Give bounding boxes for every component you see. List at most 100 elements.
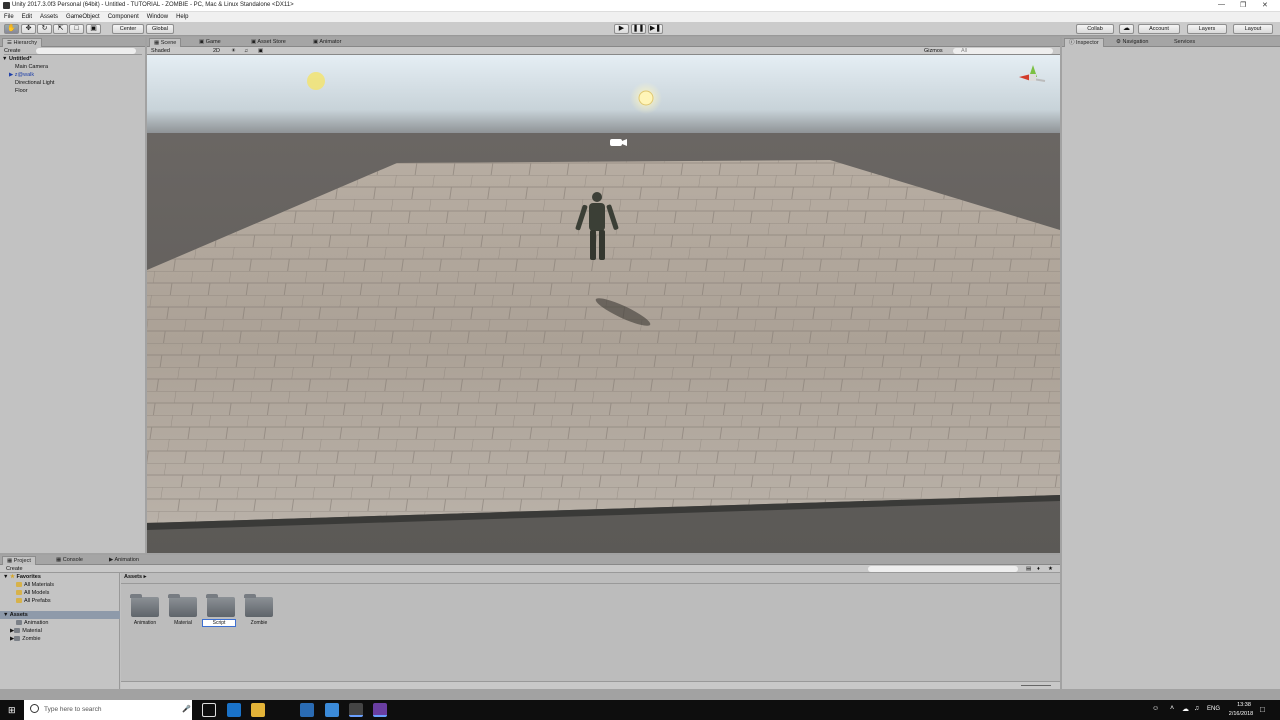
favorite-all-materials[interactable]: All Materials (16, 581, 54, 589)
hierarchy-item-zombie[interactable]: ▶ z@walk (9, 71, 34, 79)
tree-folder-animation-label: Animation (24, 620, 49, 626)
scene-search-input[interactable]: All (953, 48, 1053, 54)
tab-hierarchy[interactable]: ☰ Hierarchy (2, 38, 43, 47)
favorites-item[interactable]: ▼ ★ Favorites (3, 573, 41, 581)
folder-icon[interactable] (130, 594, 159, 617)
tab-game[interactable]: ▣ Game (195, 38, 225, 47)
scale-tool-icon[interactable]: ⇱ (53, 24, 68, 34)
tab-animator[interactable]: ▣ Animator (309, 38, 345, 47)
people-icon[interactable]: ☺ (1152, 705, 1159, 712)
collab-button[interactable]: Collab (1076, 24, 1114, 34)
icon-size-slider[interactable] (1021, 685, 1051, 686)
folder-icon[interactable] (206, 594, 235, 617)
folder-label-animation[interactable]: Animation (128, 620, 162, 626)
store-icon[interactable] (325, 703, 339, 717)
filter-type-icon[interactable]: ▤ (1026, 565, 1031, 573)
account-dropdown[interactable]: Account (1138, 24, 1180, 34)
taskbar-search-box[interactable]: Type here to search 🎤 (24, 700, 192, 720)
menu-gameobject[interactable]: GameObject (66, 14, 100, 20)
windows-start-icon[interactable]: ⊞ (8, 705, 16, 716)
tab-navigation[interactable]: ⚙ Navigation (1112, 38, 1152, 47)
hierarchy-item-directional-light[interactable]: Directional Light (15, 79, 54, 87)
tab-console[interactable]: ▦ Console (52, 556, 87, 565)
menu-component[interactable]: Component (108, 14, 139, 20)
unity-taskbar-icon[interactable] (349, 703, 363, 717)
folder-icon[interactable] (244, 594, 273, 617)
volume-icon[interactable]: ♫ (1194, 705, 1199, 712)
camera-gizmo[interactable] (610, 139, 627, 146)
play-icon[interactable]: ▶ (614, 24, 629, 34)
folder-label-material[interactable]: Material (166, 620, 200, 626)
hierarchy-item-main-camera[interactable]: Main Camera (15, 63, 48, 71)
folder-icon[interactable] (168, 594, 197, 617)
task-view-icon[interactable] (202, 703, 216, 717)
step-icon[interactable]: ▶❚ (648, 24, 663, 34)
scene-search-placeholder: All (961, 48, 968, 54)
title-bar: Unity 2017.3.0f3 Personal (64bit) - Unti… (0, 0, 1280, 12)
snipping-tool-icon[interactable] (300, 703, 314, 717)
clock-time[interactable]: 13:38 (1228, 702, 1260, 708)
2d-toggle[interactable]: 2D (213, 47, 220, 55)
scene-root[interactable]: ▼ Untitled* (2, 55, 32, 63)
transform-tool-icon[interactable]: ▣ (86, 24, 101, 34)
rotate-tool-icon[interactable]: ↻ (37, 24, 52, 34)
directional-light-gizmo[interactable] (630, 82, 662, 114)
menu-edit[interactable]: Edit (22, 14, 32, 20)
scene-viewport[interactable] (147, 55, 1060, 553)
tab-asset-store[interactable]: ▣ Asset Store (247, 38, 290, 47)
menu-help[interactable]: Help (176, 14, 188, 20)
notifications-icon[interactable]: □ (1260, 705, 1265, 714)
star-icon[interactable]: ★ (1048, 565, 1053, 573)
menu-assets[interactable]: Assets (40, 14, 58, 20)
folder-label-zombie[interactable]: Zombie (242, 620, 276, 626)
close-icon[interactable]: ✕ (1262, 1, 1268, 9)
language-indicator[interactable]: ENG (1207, 706, 1220, 712)
hierarchy-item-floor[interactable]: Floor (15, 87, 28, 95)
clock-date[interactable]: 2/16/2018 (1222, 711, 1260, 717)
tab-inspector[interactable]: ⓘ Inspector (1064, 38, 1104, 47)
tab-animation[interactable]: ▶ Animation (105, 556, 143, 565)
favorite-all-prefabs[interactable]: All Prefabs (16, 597, 51, 605)
hierarchy-search-input[interactable] (36, 48, 136, 54)
tray-chevron-icon[interactable]: ˄ (1170, 705, 1174, 712)
breadcrumb[interactable]: Assets ▸ (124, 573, 146, 581)
move-tool-icon[interactable]: ✥ (21, 24, 36, 34)
hierarchy-create-button[interactable]: Create (4, 48, 21, 54)
project-search-input[interactable] (868, 566, 1018, 572)
menu-window[interactable]: Window (147, 14, 168, 20)
effects-toggle-icon[interactable]: ▣ (258, 47, 263, 55)
breadcrumb-assets: Assets (124, 574, 143, 580)
tree-folder-animation[interactable]: Animation (16, 619, 48, 627)
lighting-toggle-icon[interactable]: ☀ (231, 47, 236, 55)
layout-dropdown[interactable]: Layout (1233, 24, 1273, 34)
gizmos-dropdown[interactable]: Gizmos (924, 47, 943, 55)
cloud-icon[interactable]: ☁ (1119, 24, 1134, 34)
tab-scene[interactable]: ▦ Scene (149, 38, 182, 47)
file-explorer-icon[interactable] (251, 703, 265, 717)
rect-tool-icon[interactable]: □ (69, 24, 84, 34)
shading-mode-dropdown[interactable]: Shaded (151, 47, 170, 55)
tree-folder-zombie[interactable]: ▶ Zombie (10, 635, 41, 643)
edge-browser-icon[interactable] (227, 703, 241, 717)
hand-tool-icon[interactable]: ✋ (4, 24, 19, 34)
pivot-global-button[interactable]: Global (146, 24, 174, 34)
audio-toggle-icon[interactable]: ♫ (244, 47, 248, 55)
network-icon[interactable]: ☁ (1182, 705, 1189, 713)
restore-icon[interactable]: ❐ (1240, 1, 1246, 9)
assets-root-item[interactable]: ▼ Assets (0, 611, 120, 619)
project-create-button[interactable]: Create (6, 565, 23, 573)
folder-label-script-rename[interactable]: Script (202, 619, 236, 627)
favorite-all-models[interactable]: All Models (16, 589, 49, 597)
menu-file[interactable]: File (4, 14, 14, 20)
visual-studio-icon[interactable] (373, 703, 387, 717)
unity-logo-icon (3, 2, 10, 9)
layers-dropdown[interactable]: Layers (1187, 24, 1227, 34)
tab-project[interactable]: ▦ Project (2, 556, 36, 565)
tree-folder-material[interactable]: ▶ Material (10, 627, 42, 635)
minimize-icon[interactable]: — (1218, 1, 1225, 8)
pivot-center-button[interactable]: Center (112, 24, 144, 34)
filter-label-icon[interactable]: ♦ (1037, 565, 1040, 573)
pause-icon[interactable]: ❚❚ (631, 24, 646, 34)
tab-services[interactable]: Services (1170, 38, 1199, 47)
tab-hierarchy-label: Hierarchy (13, 40, 38, 46)
